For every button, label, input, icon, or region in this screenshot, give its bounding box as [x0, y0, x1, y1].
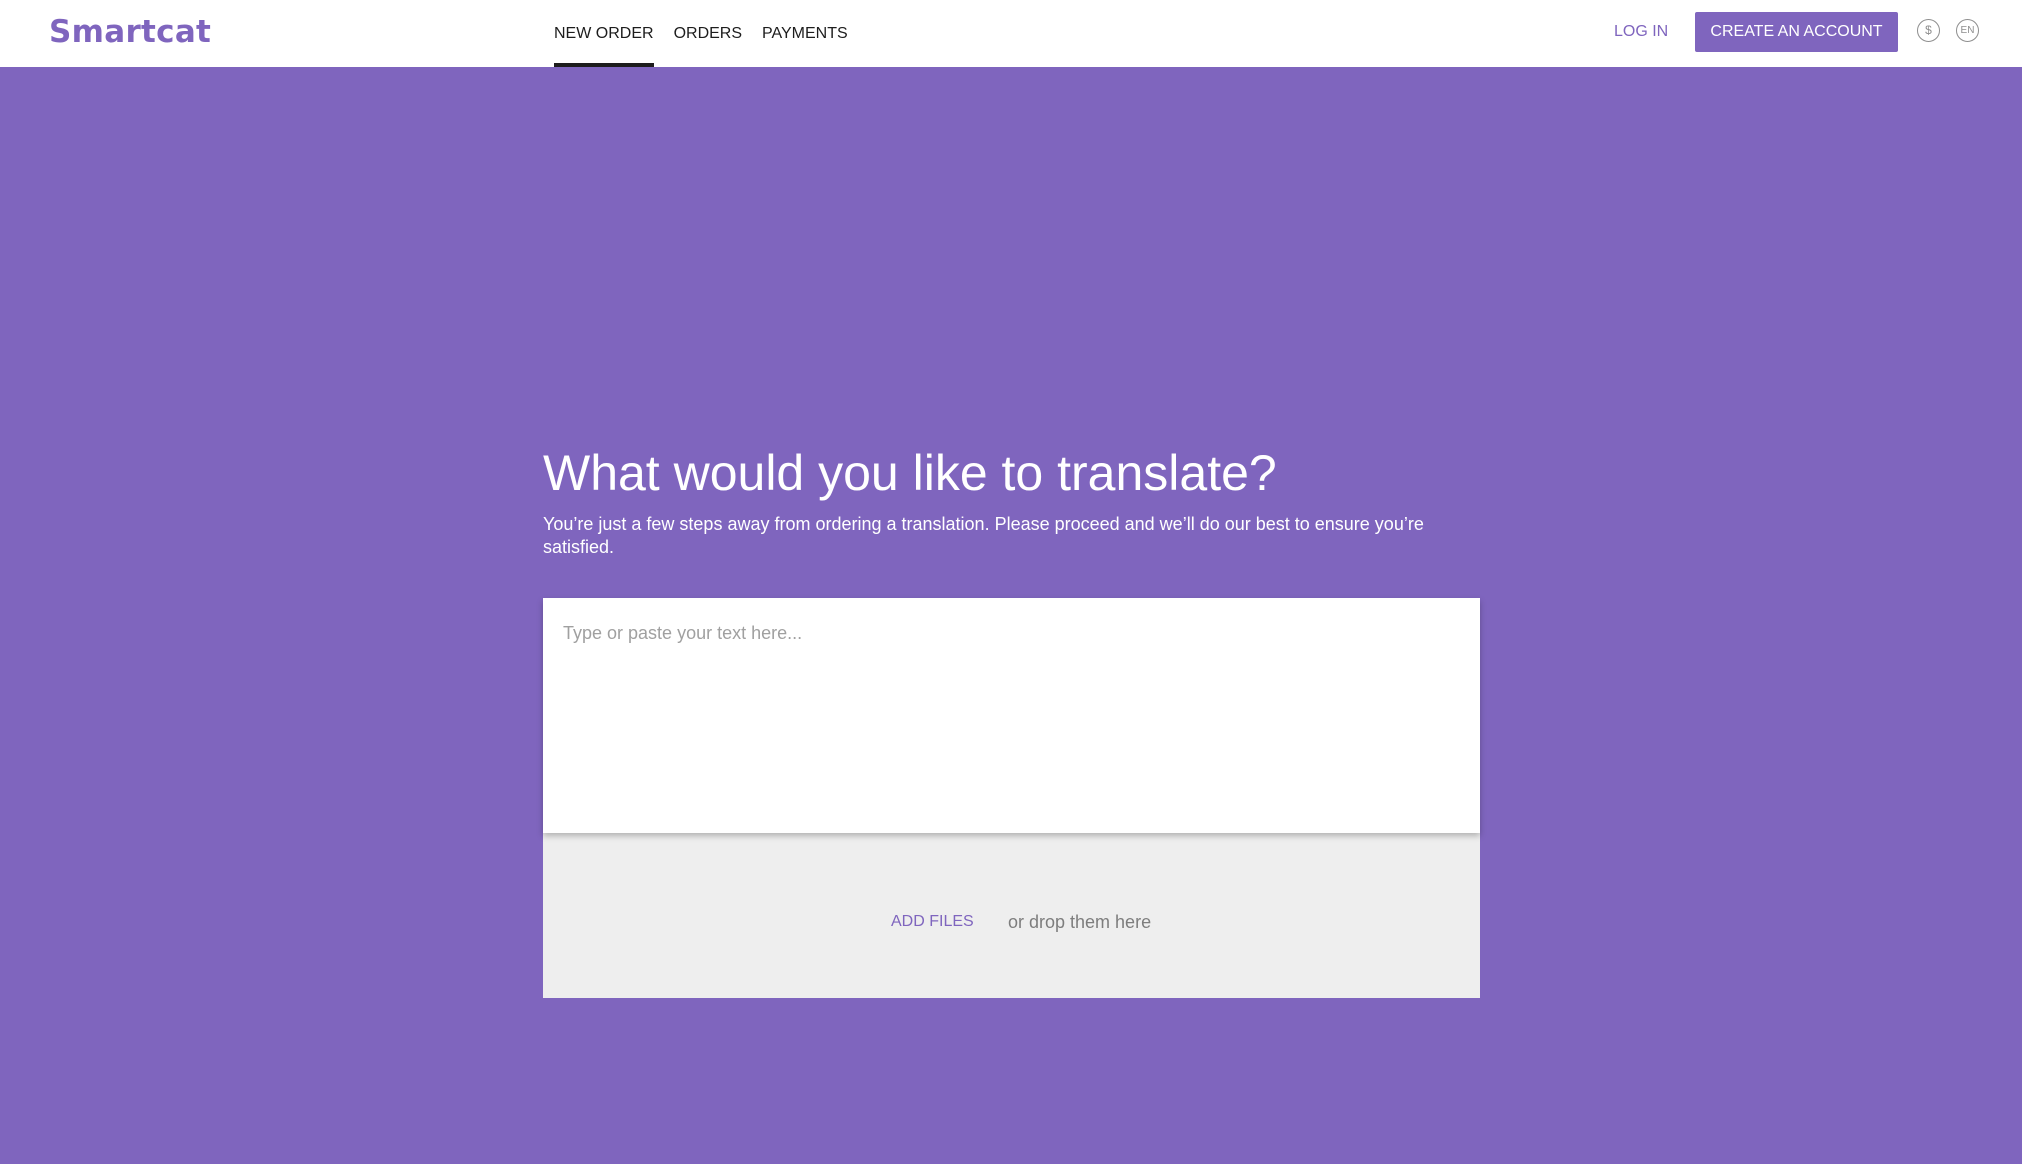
page-title: What would you like to translate? — [543, 445, 1277, 501]
login-link[interactable]: LOG IN — [1614, 22, 1668, 42]
page-subtitle: You’re just a few steps away from orderi… — [543, 514, 1424, 557]
nav-new-order[interactable]: NEW ORDER — [554, 0, 654, 67]
nav-payments[interactable]: PAYMENTS — [762, 0, 848, 67]
drop-hint-text: or drop them here — [1008, 912, 1152, 932]
main-nav: NEW ORDER ORDERS PAYMENTS — [554, 0, 868, 67]
currency-icon[interactable]: $ — [1917, 19, 1940, 42]
create-account-button[interactable]: CREATE AN ACCOUNT — [1695, 12, 1898, 52]
add-files-button[interactable]: ADD FILES — [891, 912, 974, 932]
language-selector[interactable]: EN — [1956, 19, 1979, 42]
smartcat-logo[interactable]: Smartcat — [49, 12, 211, 52]
translation-text-input[interactable] — [543, 598, 1480, 833]
file-drop-zone[interactable]: ADD FILES or drop them here — [543, 833, 1480, 998]
nav-orders[interactable]: ORDERS — [674, 0, 742, 67]
top-bar: Smartcat NEW ORDER ORDERS PAYMENTS LOG I… — [0, 0, 2022, 67]
